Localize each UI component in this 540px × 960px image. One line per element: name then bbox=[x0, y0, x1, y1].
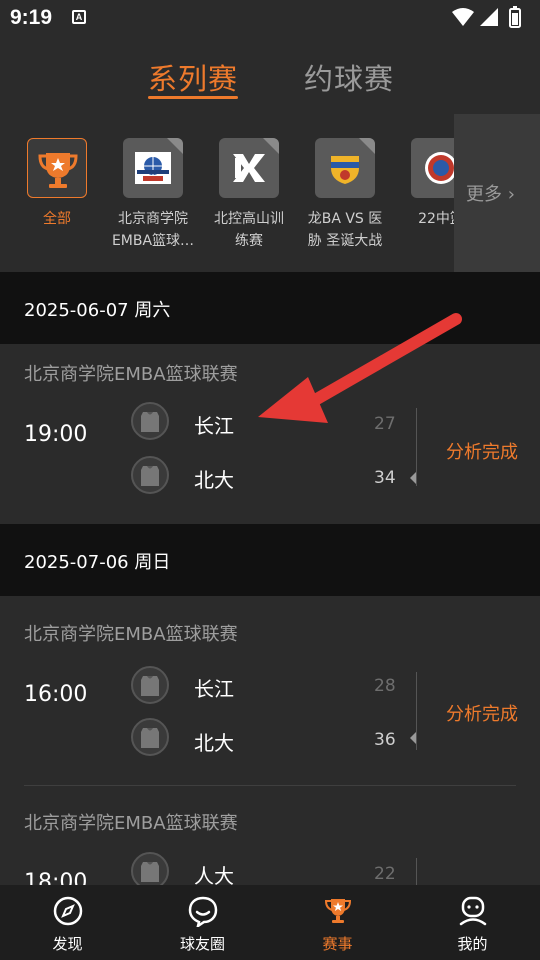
score-divider bbox=[416, 672, 417, 750]
analysis-status[interactable]: 分析完成 bbox=[446, 438, 518, 464]
system-status-icons bbox=[452, 6, 521, 28]
status-bar: 9:19 A bbox=[0, 0, 540, 36]
nav-label: 发现 bbox=[52, 935, 83, 953]
user-icon bbox=[459, 896, 486, 926]
date-label: 2025-07-06 周日 bbox=[24, 552, 171, 573]
nav-label: 赛事 bbox=[322, 935, 353, 953]
game-time: 19:00 bbox=[24, 422, 88, 447]
league-logo-longba bbox=[315, 138, 375, 198]
league-name: 北控高山训 练赛 bbox=[214, 211, 284, 249]
home-team-name: 长江 bbox=[194, 677, 234, 701]
home-team-name: 长江 bbox=[194, 414, 234, 438]
league-item-longba[interactable]: 龙BA VS 医胁 圣诞大战 bbox=[300, 138, 390, 252]
team-logo-icon bbox=[131, 456, 169, 494]
home-team-name: 人大 bbox=[194, 864, 234, 885]
game-league-title: 北京商学院EMBA篮球联赛 bbox=[24, 813, 238, 834]
score-divider bbox=[416, 408, 417, 486]
team-logo-icon bbox=[131, 402, 169, 440]
compass-icon bbox=[53, 896, 82, 926]
team-logo-icon bbox=[131, 718, 169, 756]
tab-active-indicator bbox=[148, 96, 238, 99]
notification-a-icon: A bbox=[72, 10, 86, 24]
league-logo-emba bbox=[123, 138, 183, 198]
game-card[interactable]: 北京商学院EMBA篮球联赛 19:00 长江 27 北大 34 分析完成 bbox=[0, 344, 540, 524]
row-divider bbox=[24, 785, 516, 786]
status-time: 9:19 bbox=[10, 6, 53, 29]
league-item-emba[interactable]: 北京商学院 EMBA篮球… bbox=[108, 138, 198, 252]
bottom-nav: 发现 球友圈 赛事 我的 bbox=[0, 885, 540, 960]
wifi-icon bbox=[452, 8, 474, 26]
league-name: 北京商学院 EMBA篮球… bbox=[111, 211, 195, 249]
tab-series[interactable]: 系列赛 bbox=[148, 56, 238, 98]
league-item-all[interactable]: 全部 bbox=[12, 138, 102, 230]
away-team-score: 36 bbox=[374, 730, 396, 750]
team-logo-icon bbox=[131, 666, 169, 704]
nav-profile[interactable]: 我的 bbox=[405, 885, 540, 960]
tab-pickup[interactable]: 约球赛 bbox=[304, 56, 394, 98]
nav-label: 我的 bbox=[457, 935, 488, 953]
top-tabs: 系列赛 约球赛 bbox=[0, 40, 540, 110]
chat-bubble-icon bbox=[188, 896, 217, 927]
game-time: 18:00 bbox=[24, 870, 88, 885]
analysis-status[interactable]: 分析完成 bbox=[446, 700, 518, 726]
date-label: 2025-06-07 周六 bbox=[24, 300, 171, 321]
score-divider bbox=[416, 858, 417, 885]
more-label: 更多 › bbox=[466, 184, 515, 205]
nav-discover[interactable]: 发现 bbox=[0, 885, 135, 960]
league-logo-beikong bbox=[219, 138, 279, 198]
league-item-beikong[interactable]: 北控高山训 练赛 bbox=[204, 138, 294, 252]
home-team-score: 28 bbox=[374, 676, 396, 696]
nav-circle[interactable]: 球友圈 bbox=[135, 885, 270, 960]
nav-events[interactable]: 赛事 bbox=[270, 885, 405, 960]
team-logo-icon bbox=[131, 852, 169, 885]
home-team-score: 22 bbox=[374, 864, 396, 884]
game-league-title: 北京商学院EMBA篮球联赛 bbox=[24, 624, 238, 645]
league-strip: 全部 北京商学院 EMBA篮球… 北控高山训 练赛 龙BA VS 医 胁 圣诞大… bbox=[0, 114, 540, 272]
game-list: 北京商学院EMBA篮球联赛 16:00 长江 28 北大 36 分析完成 北京商… bbox=[0, 596, 540, 885]
away-team-name: 北大 bbox=[194, 468, 234, 492]
date-header: 2025-07-06 周日 bbox=[0, 524, 540, 596]
trophy-icon bbox=[27, 138, 87, 198]
game-time: 16:00 bbox=[24, 682, 88, 707]
home-team-score: 27 bbox=[374, 414, 396, 434]
league-name: 全部 bbox=[43, 211, 71, 227]
nav-label: 球友圈 bbox=[179, 935, 225, 953]
league-name: 龙BA VS 医胁 圣诞大战 bbox=[307, 211, 383, 249]
away-team-name: 北大 bbox=[194, 731, 234, 755]
game-league-title: 北京商学院EMBA篮球联赛 bbox=[24, 364, 238, 385]
signal-icon bbox=[480, 8, 498, 26]
away-team-score: 34 bbox=[374, 468, 396, 488]
more-leagues-button[interactable]: 更多 › bbox=[454, 114, 540, 272]
date-header: 2025-06-07 周六 bbox=[0, 272, 540, 344]
trophy-icon bbox=[324, 899, 351, 923]
